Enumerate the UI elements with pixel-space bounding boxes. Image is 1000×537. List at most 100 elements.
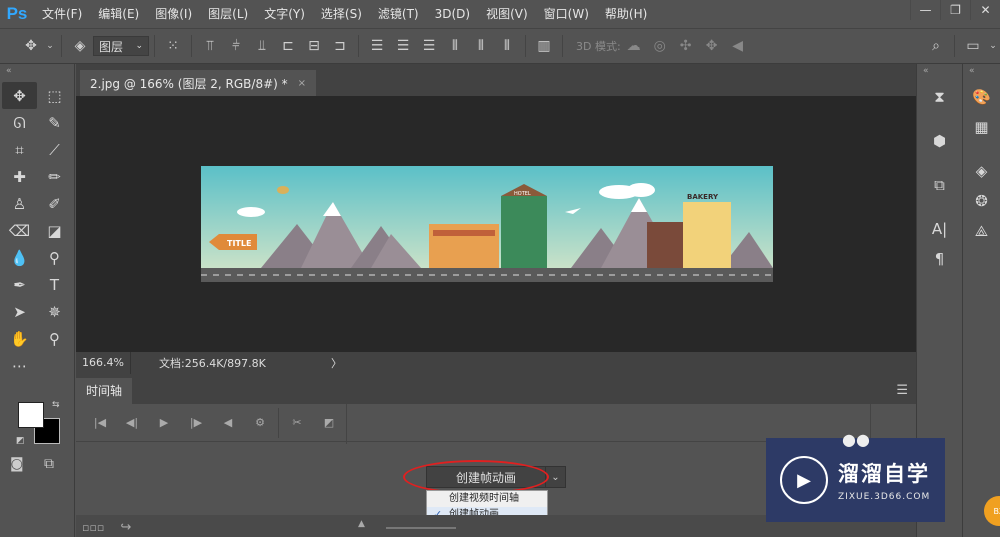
3d-icon[interactable]: ⬢ xyxy=(917,126,962,156)
auto-align-icon[interactable]: ▥ xyxy=(531,33,557,59)
align-vcenter-icon[interactable]: ⫩ xyxy=(223,33,249,59)
color-palette-icon[interactable]: 🎨 xyxy=(963,82,1000,112)
transform-controls-icon[interactable]: ⁙ xyxy=(160,33,186,59)
distribute-bottom-icon[interactable]: ☰ xyxy=(416,33,442,59)
distribute-top-icon[interactable]: ☰ xyxy=(364,33,390,59)
history-icon[interactable]: ⧗ xyxy=(917,82,962,112)
workspace-icon[interactable]: ▭ xyxy=(960,33,986,59)
audio-icon[interactable]: ◀ xyxy=(212,410,244,436)
align-right-icon[interactable]: ⊐ xyxy=(327,33,353,59)
menu-image[interactable]: 图像(I) xyxy=(147,0,200,28)
character-icon[interactable]: A| xyxy=(917,214,962,244)
panel-menu-icon[interactable]: ☰ xyxy=(888,383,916,404)
collapse-panel-icon[interactable]: « xyxy=(963,64,1000,78)
slide-3d-icon[interactable]: ✥ xyxy=(699,33,725,59)
dodge-tool-icon[interactable]: ⚲ xyxy=(37,244,72,271)
create-options-chevron-icon[interactable]: ⌄ xyxy=(546,466,566,488)
menu-3d[interactable]: 3D(D) xyxy=(427,0,478,28)
menu-layer[interactable]: 图层(L) xyxy=(200,0,256,28)
align-hcenter-icon[interactable]: ⊟ xyxy=(301,33,327,59)
menu-type[interactable]: 文字(Y) xyxy=(256,0,313,28)
pen-tool-icon[interactable]: ✒ xyxy=(2,271,37,298)
workspace-chevron-icon[interactable]: ⌄ xyxy=(986,33,1000,59)
settings-gear-icon[interactable]: ⚙ xyxy=(244,410,276,436)
collapse-panel-icon[interactable]: « xyxy=(917,64,962,78)
quick-mask-icon[interactable]: ◙ xyxy=(10,456,32,474)
marquee-tool-icon[interactable]: ⬚ xyxy=(37,82,72,109)
distribute-left-icon[interactable]: ⦀ xyxy=(442,33,468,59)
lasso-tool-icon[interactable]: ᘏ xyxy=(2,109,37,136)
swatches-grid-icon[interactable]: ▦ xyxy=(963,112,1000,142)
convert-frames-icon[interactable]: ▫▫▫ xyxy=(82,521,104,534)
zoom-tool-icon[interactable]: ⚲ xyxy=(37,325,72,352)
close-icon[interactable]: ✕ xyxy=(970,0,1000,20)
layers-icon[interactable]: ◈ xyxy=(963,156,1000,186)
screen-mode-icon[interactable]: ⧉ xyxy=(44,456,66,474)
menu-file[interactable]: 文件(F) xyxy=(34,0,90,28)
swap-colors-icon[interactable]: ⇆ xyxy=(52,400,60,410)
align-left-icon[interactable]: ⊏ xyxy=(275,33,301,59)
transition-icon[interactable]: ◩ xyxy=(313,410,345,436)
move-tool-icon[interactable]: ✥ xyxy=(2,82,37,109)
split-scissors-icon[interactable]: ✂ xyxy=(281,410,313,436)
history-brush-tool-icon[interactable]: ✐ xyxy=(37,190,72,217)
menu-filter[interactable]: 滤镜(T) xyxy=(370,0,427,28)
restore-icon[interactable]: ❐ xyxy=(940,0,970,20)
tab-timeline[interactable]: 时间轴 xyxy=(76,378,133,404)
roll-3d-icon[interactable]: ◎ xyxy=(647,33,673,59)
minimize-icon[interactable]: — xyxy=(910,0,940,20)
foreground-color-swatch[interactable] xyxy=(18,402,44,428)
close-tab-icon[interactable]: × xyxy=(298,78,306,89)
auto-select-target-select[interactable]: 图层 ⌄ xyxy=(93,36,149,56)
search-icon[interactable]: ⌕ xyxy=(923,33,949,59)
option-create-video-timeline[interactable]: 创建视频时间轴 xyxy=(427,491,547,507)
more-tools-icon[interactable]: ⋯ xyxy=(2,352,37,379)
path-select-tool-icon[interactable]: ➤ xyxy=(2,298,37,325)
first-frame-icon[interactable]: |◀ xyxy=(84,410,116,436)
eraser-tool-icon[interactable]: ⌫ xyxy=(2,217,37,244)
crop-tool-icon[interactable]: ⌗ xyxy=(2,136,37,163)
stamp-tool-icon[interactable]: ♙ xyxy=(2,190,37,217)
play-icon[interactable]: ▶ xyxy=(148,410,180,436)
default-colors-icon[interactable]: ◩ xyxy=(16,436,25,446)
distribute-vcenter-icon[interactable]: ☰ xyxy=(390,33,416,59)
timeline-zoom-slider[interactable] xyxy=(386,527,456,529)
next-frame-icon[interactable]: |▶ xyxy=(180,410,212,436)
status-menu-icon[interactable]: 〉 xyxy=(331,355,342,371)
channels-icon[interactable]: ❂ xyxy=(963,186,1000,216)
render-video-icon[interactable]: ↪ xyxy=(120,520,131,535)
distribute-hcenter-icon[interactable]: ⦀ xyxy=(468,33,494,59)
canvas-area[interactable]: TITLE HOTEL BAKERY xyxy=(76,96,916,352)
pan-3d-icon[interactable]: ✣ xyxy=(673,33,699,59)
healing-tool-icon[interactable]: ✚ xyxy=(2,163,37,190)
type-tool-icon[interactable]: T xyxy=(37,271,72,298)
menu-window[interactable]: 窗口(W) xyxy=(536,0,597,28)
hand-tool-icon[interactable]: ✋ xyxy=(2,325,37,352)
menu-select[interactable]: 选择(S) xyxy=(313,0,370,28)
orbit-3d-icon[interactable]: ☁ xyxy=(621,33,647,59)
paragraph-icon[interactable]: ¶ xyxy=(917,244,962,274)
shape-tool-icon[interactable]: ✵ xyxy=(37,298,72,325)
paint-bucket-tool-icon[interactable]: ◪ xyxy=(37,217,72,244)
move-tool-icon[interactable]: ✥ xyxy=(18,33,44,59)
blur-tool-icon[interactable]: 💧 xyxy=(2,244,37,271)
zoom-level[interactable]: 166.4% xyxy=(76,352,131,374)
collapse-panel-icon[interactable]: « xyxy=(0,64,74,78)
menu-help[interactable]: 帮助(H) xyxy=(597,0,655,28)
zoom-out-icon[interactable]: ▲ xyxy=(358,519,365,529)
prev-frame-icon[interactable]: ◀| xyxy=(116,410,148,436)
distribute-right-icon[interactable]: ⦀ xyxy=(494,33,520,59)
auto-select-icon[interactable]: ◈ xyxy=(67,33,93,59)
document-tab[interactable]: 2.jpg @ 166% (图层 2, RGB/8#) * × xyxy=(80,70,317,96)
paths-icon[interactable]: ⧉ xyxy=(917,170,962,200)
adjustments-icon[interactable]: ⟁ xyxy=(963,216,1000,246)
brush-tool-icon[interactable]: ✏ xyxy=(37,163,72,190)
quick-select-tool-icon[interactable]: ✎ xyxy=(37,109,72,136)
align-bottom-icon[interactable]: ⫫ xyxy=(249,33,275,59)
eyedropper-tool-icon[interactable]: ⟋ xyxy=(37,136,72,163)
camera-3d-icon[interactable]: ◀ xyxy=(725,33,751,59)
menu-edit[interactable]: 编辑(E) xyxy=(90,0,147,28)
tool-preset-chevron-icon[interactable]: ⌄ xyxy=(44,33,56,59)
align-top-icon[interactable]: ⫪ xyxy=(197,33,223,59)
menu-view[interactable]: 视图(V) xyxy=(478,0,536,28)
